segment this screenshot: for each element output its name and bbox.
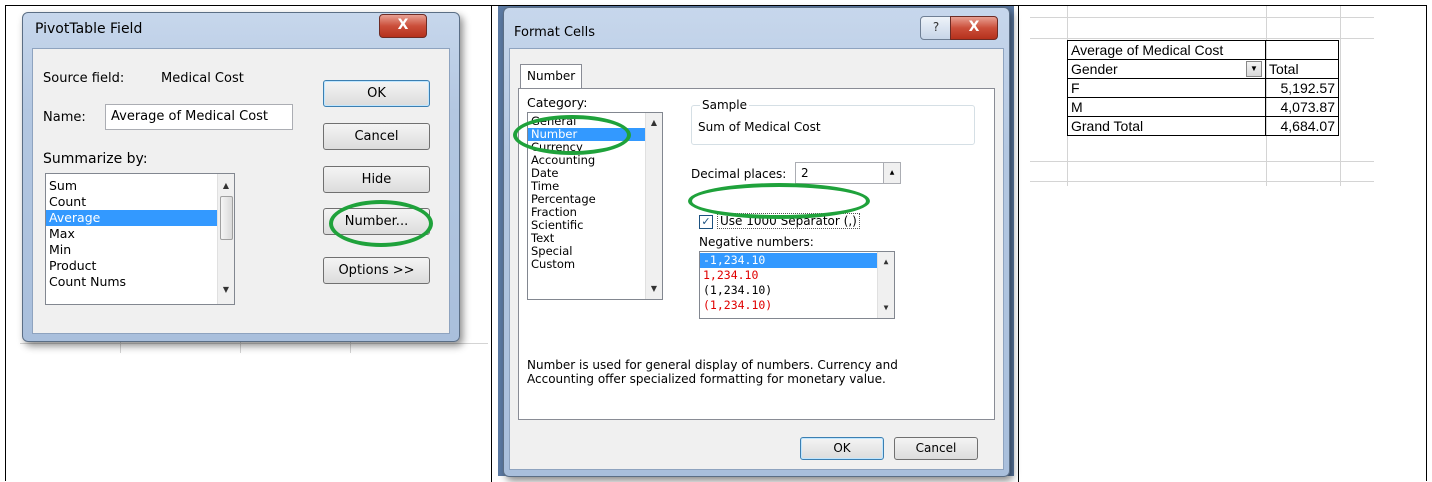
summarize-option[interactable]: Average [46,210,234,226]
decimal-places-value: 2 [801,166,809,180]
panel-divider-1 [491,5,492,482]
hide-button[interactable]: Hide [323,166,430,193]
pivot-row-value: 4,684.07 [1265,116,1339,136]
listbox-scrollbar[interactable]: ▲ ▼ [217,174,234,304]
pivot-table: Average of Medical Cost Gender ▼ Total F5… [1067,40,1339,136]
summarize-option[interactable]: Count [46,194,234,210]
summarize-option[interactable]: Count Nums [46,274,234,290]
pivot-row: Grand Total 4,684.07 [1067,116,1339,136]
tab-number[interactable]: Number [520,64,583,89]
options-button[interactable]: Options >> [323,257,430,284]
scroll-up-icon[interactable]: ▲ [646,115,662,131]
pivot-row-label: Grand Total [1067,116,1266,136]
sample-group: Sample Sum of Medical Cost [691,98,975,145]
source-field-value: Medical Cost [161,71,244,86]
name-label: Name: [43,110,86,125]
negative-scrollbar[interactable]: ▲ ▼ [877,252,894,318]
sample-value: Sum of Medical Cost [698,120,821,134]
pivot-row-label: M [1067,97,1266,117]
summarize-option[interactable]: Max [46,226,234,242]
decimal-places-label: Decimal places: [691,167,787,181]
negative-format-option[interactable]: (1,234.10) [700,298,894,313]
negative-format-option[interactable]: 1,234.10 [700,268,894,283]
dialog-title: PivotTable Field [35,21,143,37]
negative-format-option[interactable]: (1,234.10) [700,283,894,298]
column-total-header: Total [1265,59,1339,79]
format-cells-dialog: Format Cells ? X Number Category: Genera… [503,7,1010,477]
cancel-button[interactable]: Cancel [323,123,430,150]
category-label: Category: [527,95,588,110]
highlight-oval-separator [688,183,870,219]
row-label-header[interactable]: Gender ▼ [1067,59,1266,79]
pivot-row-value: 5,192.57 [1265,78,1339,98]
scroll-thumb[interactable] [220,196,233,240]
row-label-text: Gender [1071,61,1118,77]
negative-format-option[interactable]: -1,234.10 [700,253,894,268]
pivot-row-label: F [1067,78,1266,98]
summarize-option[interactable]: Min [46,242,234,258]
dialog-client: Number Category: General Number Currency Ac… [509,48,1004,470]
dialog-title: Format Cells [514,25,596,40]
pivot-row: F 5,192.57 [1067,78,1339,98]
category-option[interactable]: Custom [528,258,662,271]
panel-divider-2 [1018,5,1019,482]
highlight-oval-number-button [329,200,433,247]
scroll-down-icon[interactable]: ▼ [878,300,894,316]
help-button[interactable]: ? [920,16,952,40]
scroll-up-icon[interactable]: ▲ [218,178,234,194]
pivot-row-value: 4,073.87 [1265,97,1339,117]
source-field-label: Source field: [43,71,125,86]
pivot-header: Average of Medical Cost [1067,40,1266,60]
spinner-icon[interactable]: ▲▼ [883,163,900,183]
scroll-down-icon[interactable]: ▼ [218,282,234,298]
filter-dropdown-icon[interactable]: ▼ [1246,61,1262,77]
scroll-down-icon[interactable]: ▼ [646,281,662,297]
ok-button[interactable]: OK [323,80,430,107]
category-scrollbar[interactable]: ▲ ▼ [645,113,662,299]
sample-label: Sample [700,98,749,112]
cancel-button[interactable]: Cancel [894,437,978,460]
summarize-option[interactable]: Product [46,258,234,274]
ok-button[interactable]: OK [800,437,884,460]
separator-checkbox[interactable]: ✓ [699,215,713,229]
negative-numbers-label: Negative numbers: [699,235,814,249]
scroll-up-icon[interactable]: ▲ [878,254,894,270]
highlight-oval-number-category [513,115,631,155]
pivot-header-blank [1265,40,1339,60]
pivottable-field-dialog: PivotTable Field X Source field: Medical… [22,12,460,342]
name-input[interactable]: Average of Medical Cost [105,104,293,130]
dialog-client: Source field: Medical Cost Name: Average… [32,48,450,334]
category-description: Number is used for general display of nu… [527,358,898,386]
pivot-row: M 4,073.87 [1067,97,1339,117]
summarize-option[interactable]: Sum [46,178,234,194]
close-button[interactable]: X [379,14,427,38]
close-button[interactable]: X [950,16,998,40]
summarize-listbox[interactable]: Sum Count Average Max Min Product Count Nums ▲… [45,173,235,305]
summarize-by-label: Summarize by: [43,151,148,167]
negative-numbers-listbox[interactable]: -1,234.10 1,234.10 (1,234.10) (1,234.10) ▲ … [699,251,895,319]
decimal-places-input[interactable]: 2 ▲▼ [795,162,901,184]
